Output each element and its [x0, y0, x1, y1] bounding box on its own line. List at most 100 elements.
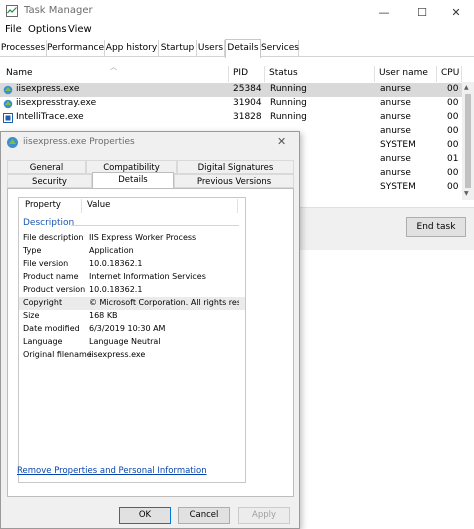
tab-users[interactable]: Users	[197, 40, 225, 57]
property-name: Date modified	[23, 324, 80, 333]
end-task-button[interactable]: End task	[406, 217, 466, 237]
property-name: Size	[23, 311, 40, 320]
process-status: Running	[270, 84, 307, 94]
property-row[interactable]: Size 168 KB	[19, 310, 245, 323]
process-pid: 31828	[233, 112, 262, 122]
property-row[interactable]: File description IIS Express Worker Proc…	[19, 232, 245, 245]
vertical-scrollbar[interactable]: ▲ ▼	[462, 82, 474, 200]
window-title: Task Manager	[24, 5, 93, 16]
process-user: anurse	[380, 126, 411, 136]
menu-file[interactable]: File	[5, 24, 22, 35]
process-user: anurse	[380, 112, 411, 122]
minimize-button[interactable]: —	[366, 0, 402, 24]
process-user: SYSTEM	[380, 140, 416, 150]
remove-properties-link[interactable]: Remove Properties and Personal Informati…	[17, 466, 207, 476]
tab-digital-signatures[interactable]: Digital Signatures	[177, 160, 294, 174]
process-name: iisexpresstray.exe	[16, 98, 97, 108]
iis-express-icon	[3, 85, 13, 95]
group-header-description: Description	[23, 218, 75, 228]
scrollbar-thumb[interactable]	[465, 94, 471, 188]
value-column-header[interactable]: Value	[87, 200, 110, 210]
property-row[interactable]: Language Language Neutral	[19, 336, 245, 349]
process-row[interactable]: iisexpresstray.exe 31904 Running anurse …	[0, 97, 462, 111]
column-header-name[interactable]: Name	[2, 66, 229, 82]
process-cpu: 00	[447, 112, 459, 122]
property-name: Original filename	[23, 350, 92, 359]
property-value: 6/3/2019 10:30 AM	[89, 324, 166, 333]
tab-details[interactable]: Details	[92, 172, 174, 188]
process-cpu: 00	[447, 140, 459, 150]
tab-general[interactable]: General	[7, 160, 86, 174]
process-status: Running	[270, 98, 307, 108]
ok-button[interactable]: OK	[119, 507, 171, 524]
close-button[interactable]: ✕	[438, 0, 474, 24]
property-name: Type	[23, 246, 42, 255]
property-row[interactable]: Type Application	[19, 245, 245, 258]
iis-express-tray-icon	[3, 99, 13, 109]
column-header-pid[interactable]: PID	[229, 66, 265, 82]
column-header-cpu[interactable]: CPU	[437, 66, 462, 82]
property-value: iisexpress.exe	[89, 350, 146, 359]
menu-view[interactable]: View	[68, 24, 92, 35]
property-row[interactable]: Original filename iisexpress.exe	[19, 349, 245, 362]
process-status: Running	[270, 112, 307, 122]
tab-bar: Processes Performance App history Startu…	[0, 39, 474, 58]
process-user: SYSTEM	[380, 182, 416, 192]
property-name: Product name	[23, 272, 79, 281]
header-divider	[81, 199, 82, 213]
process-cpu: 00	[447, 84, 459, 94]
dialog-close-button[interactable]: ✕	[277, 135, 286, 148]
property-value: Application	[89, 246, 134, 255]
apply-button[interactable]: Apply	[238, 507, 290, 524]
process-user: anurse	[380, 84, 411, 94]
process-name: iisexpress.exe	[16, 84, 80, 94]
tab-startup[interactable]: Startup	[159, 40, 197, 57]
process-cpu: 00	[447, 98, 459, 108]
task-manager-icon	[6, 5, 18, 17]
process-pid: 25384	[233, 84, 262, 94]
process-row[interactable]: IntelliTrace.exe 31828 Running anurse 00	[0, 111, 462, 125]
process-cpu: 00	[447, 182, 459, 192]
title-bar[interactable]: Task Manager — ☐ ✕	[0, 0, 474, 24]
tab-details[interactable]: Details	[225, 39, 261, 58]
property-row[interactable]: Product version 10.0.18362.1	[19, 284, 245, 297]
process-user: anurse	[380, 98, 411, 108]
process-pid: 31904	[233, 98, 262, 108]
process-user: anurse	[380, 168, 411, 178]
process-row[interactable]: iisexpress.exe 25384 Running anurse 00	[0, 83, 462, 97]
process-name: IntelliTrace.exe	[16, 112, 84, 122]
property-row[interactable]: Copyright © Microsoft Corporation. All r…	[19, 297, 245, 310]
tab-performance[interactable]: Performance	[47, 40, 105, 57]
column-header-user-name[interactable]: User name	[375, 66, 437, 82]
intellitrace-icon	[3, 113, 13, 123]
process-cpu: 01	[447, 154, 459, 164]
property-row[interactable]: File version 10.0.18362.1	[19, 258, 245, 271]
cancel-button[interactable]: Cancel	[178, 507, 230, 524]
property-value: 10.0.18362.1	[89, 285, 143, 294]
property-column-header[interactable]: Property	[25, 200, 61, 210]
tab-security[interactable]: Security	[7, 174, 92, 188]
column-header-status[interactable]: Status	[265, 66, 375, 82]
property-row[interactable]: Date modified 6/3/2019 10:30 AM	[19, 323, 245, 336]
property-list[interactable]: Property Value Description File descript…	[18, 197, 246, 483]
property-row[interactable]: Product name Internet Information Servic…	[19, 271, 245, 284]
property-name: Product version	[23, 285, 86, 294]
property-value: 168 KB	[89, 311, 118, 320]
dialog-title: iisexpress.exe Properties	[23, 137, 135, 147]
scroll-down-icon[interactable]: ▼	[464, 190, 469, 197]
tab-processes[interactable]: Processes	[0, 40, 47, 57]
property-name: Language	[23, 337, 63, 346]
property-value: 10.0.18362.1	[89, 259, 143, 268]
iis-express-icon	[7, 137, 18, 148]
process-user: anurse	[380, 154, 411, 164]
property-value: © Microsoft Corporation. All rights rese…	[89, 298, 239, 307]
tab-services[interactable]: Services	[261, 40, 299, 57]
scroll-up-icon[interactable]: ▲	[464, 84, 469, 91]
property-name: File version	[23, 259, 69, 268]
tab-previous-versions[interactable]: Previous Versions	[174, 174, 294, 188]
property-name: Copyright	[23, 298, 63, 307]
maximize-button[interactable]: ☐	[404, 0, 440, 24]
menu-options[interactable]: Options	[28, 24, 67, 35]
tab-app-history[interactable]: App history	[105, 40, 159, 57]
process-cpu: 00	[447, 168, 459, 178]
